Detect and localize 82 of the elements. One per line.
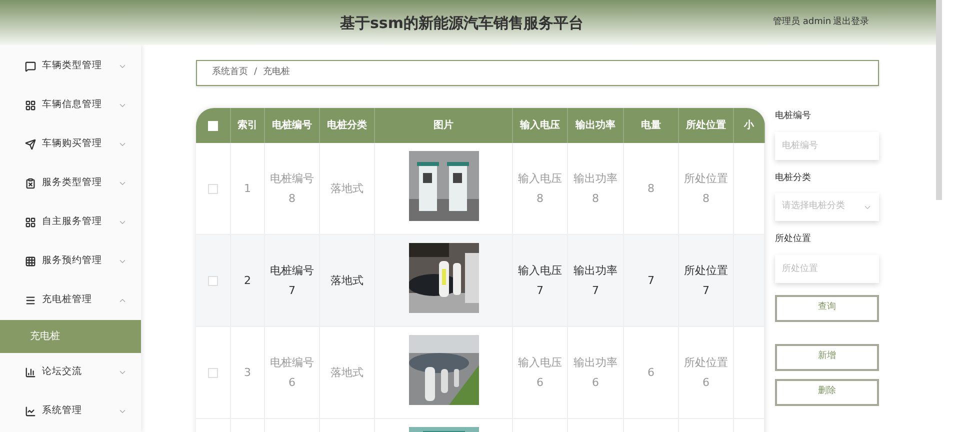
sidebar-label: 车辆信息管理 <box>42 98 103 112</box>
cell-text: 所处位置 7 <box>684 262 728 298</box>
cell-text: 8 <box>648 180 654 196</box>
search-field[interactable]: 电桩编号 <box>775 132 879 160</box>
cell-text: 7 <box>648 272 654 288</box>
sidebar-item[interactable]: 充电桩管理 <box>0 281 141 320</box>
sidebar-item[interactable]: 系统管理 <box>0 392 141 431</box>
cell-text: 电桩编号 6 <box>270 354 314 390</box>
cell-text: 输出功率 7 <box>574 262 618 298</box>
sidebar-label: 车辆购买管理 <box>42 137 103 152</box>
sidebar-item[interactable]: 车辆信息管理 <box>0 86 141 125</box>
cell-text: 电桩编号 7 <box>270 262 314 298</box>
chevron-icon <box>118 368 127 377</box>
cell-text: 输入电压 8 <box>518 170 562 206</box>
cell-text: 所处位置 6 <box>684 354 728 390</box>
chevron-icon <box>118 140 127 149</box>
sidebar-label: 服务类型管理 <box>42 176 103 190</box>
cell-text: 落地式 <box>330 180 364 196</box>
sidebar-label: 自主服务管理 <box>42 215 103 230</box>
chat-icon <box>25 61 36 72</box>
sidebar-item[interactable]: 服务预约管理 <box>0 242 141 281</box>
chevron-icon <box>118 218 127 227</box>
cell-text: 落地式 <box>330 272 364 288</box>
chevron-icon <box>118 257 127 266</box>
cell-text: 输入电压 6 <box>518 354 562 390</box>
grid-icon <box>25 217 36 228</box>
chevron-icon <box>118 101 127 110</box>
sidebar-item[interactable]: 自主服务管理 <box>0 203 141 242</box>
filter-label: 电桩分类 <box>775 172 812 184</box>
clipboard-icon <box>25 178 36 189</box>
breadcrumb-separator: / <box>254 66 258 80</box>
breadcrumb-link[interactable]: 系统首页 <box>212 66 248 80</box>
sidebar-label: 充电桩管理 <box>42 293 93 308</box>
cell-text: 输入电压 7 <box>518 262 562 298</box>
sidebar-label: 车辆类型管理 <box>42 59 103 74</box>
cell-text: 6 <box>648 364 654 380</box>
sidebar-item[interactable]: 服务类型管理 <box>0 164 141 203</box>
sidebar-item[interactable]: 车辆类型管理 <box>0 47 141 86</box>
cell-text: 3 <box>244 364 251 380</box>
chevron-icon <box>118 62 127 71</box>
paper-plane-icon <box>25 139 36 150</box>
column-header: 小 <box>744 118 754 133</box>
cell-text: 输出功率 8 <box>574 170 618 206</box>
cell-text: 1 <box>244 180 251 196</box>
cell-text: 2 <box>244 272 251 288</box>
search-field[interactable]: 所处位置 <box>775 254 879 282</box>
column-header: 输出功率 <box>576 118 616 133</box>
cell-text: 电桩编号 8 <box>270 170 314 206</box>
sidebar-item[interactable]: 论坛交流 <box>0 353 141 392</box>
menu-icon <box>25 295 36 306</box>
logout-link[interactable]: 退出登录 <box>833 16 869 30</box>
column-header: 输入电压 <box>520 118 560 133</box>
grid-icon <box>25 256 36 267</box>
line-chart-icon <box>25 406 36 417</box>
filter-label: 电桩编号 <box>775 110 812 123</box>
column-header: 索引 <box>238 118 258 133</box>
admin-label: 管理员 admin <box>773 16 832 29</box>
chevron-icon <box>118 407 127 416</box>
grid-icon <box>25 100 36 111</box>
filter-label: 所处位置 <box>775 233 812 246</box>
column-header: 所处位置 <box>686 118 726 133</box>
chevron-icon <box>118 179 127 188</box>
site-title: 基于ssm的新能源汽车销售服务平台 <box>340 13 584 34</box>
cell-text: 落地式 <box>330 364 364 380</box>
scrollbar[interactable] <box>936 0 942 200</box>
cell-text: 所处位置 8 <box>684 170 728 206</box>
breadcrumb-link[interactable]: 充电桩 <box>263 66 290 80</box>
column-header: 图片 <box>434 118 454 133</box>
row-checkbox[interactable] <box>208 184 218 194</box>
column-header: 电桩分类 <box>327 118 367 133</box>
column-header: 电量 <box>641 118 661 133</box>
cell-text: 输出功率 6 <box>574 354 618 390</box>
row-checkbox[interactable] <box>208 276 218 286</box>
chevron-icon <box>118 296 127 305</box>
bar-chart-icon <box>25 367 36 378</box>
column-header: 电桩编号 <box>272 118 312 133</box>
sidebar-label: 服务预约管理 <box>42 254 103 268</box>
sidebar-label: 论坛交流 <box>42 365 83 380</box>
select-all-checkbox[interactable] <box>208 120 218 130</box>
sidebar-item[interactable]: 车辆购买管理 <box>0 125 141 164</box>
sidebar-label: 系统管理 <box>42 404 83 418</box>
row-checkbox[interactable] <box>208 368 218 378</box>
